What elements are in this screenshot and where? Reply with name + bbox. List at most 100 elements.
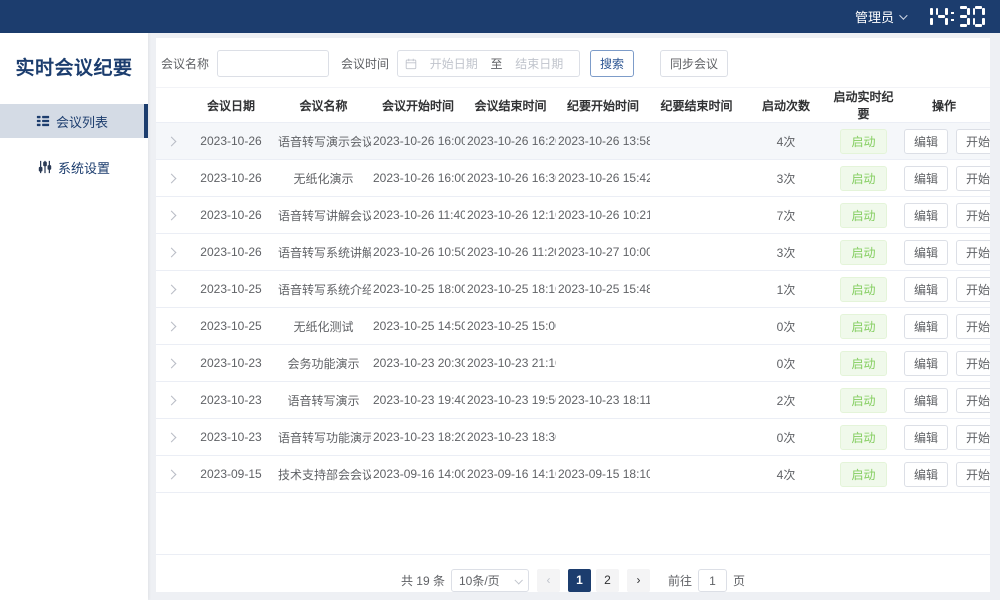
auto-launch-button[interactable]: 启动 xyxy=(840,203,886,228)
calendar-icon xyxy=(405,58,417,70)
auto-launch-button[interactable]: 启动 xyxy=(840,425,886,450)
table-row: 2023-10-25无纸化测试2023-10-25 14:502023-10-2… xyxy=(156,308,990,345)
start-button[interactable]: 开始 xyxy=(956,166,990,191)
cell-meeting-end: 2023-10-23 19:50 xyxy=(465,382,556,419)
auto-launch-button[interactable]: 启动 xyxy=(840,351,886,376)
cell-meeting-name: 语音转写系统介绍 xyxy=(276,271,371,308)
cell-meeting-name: 语音转写功能演示 xyxy=(276,419,371,456)
table-row: 2023-10-26无纸化演示2023-10-26 16:002023-10-2… xyxy=(156,160,990,197)
cell-meeting-end: 2023-10-23 21:10 xyxy=(465,345,556,382)
auto-launch-button[interactable]: 启动 xyxy=(840,388,886,413)
sidebar-item-label: 会议列表 xyxy=(56,112,108,131)
cell-minutes-end xyxy=(650,123,743,160)
cell-meeting-start: 2023-10-26 11:40 xyxy=(371,197,465,234)
cell-meeting-end: 2023-10-23 18:30 xyxy=(465,419,556,456)
goto-label: 前往 xyxy=(668,572,692,589)
end-date-placeholder[interactable]: 结束日期 xyxy=(507,55,573,72)
edit-button[interactable]: 编辑 xyxy=(904,277,948,302)
cell-meeting-date: 2023-09-15 xyxy=(186,456,276,493)
page-number-button[interactable]: 2 xyxy=(596,569,619,592)
sidebar-item-label: 系统设置 xyxy=(58,158,110,177)
auto-launch-button[interactable]: 启动 xyxy=(840,240,886,265)
clock-digit xyxy=(936,6,948,27)
auto-launch-button[interactable]: 启动 xyxy=(840,462,886,487)
cell-meeting-name: 语音转写演示会议 xyxy=(276,123,371,160)
cell-meeting-start: 2023-10-25 18:00 xyxy=(371,271,465,308)
start-date-placeholder[interactable]: 开始日期 xyxy=(421,55,487,72)
sync-meeting-button[interactable]: 同步会议 xyxy=(660,50,728,77)
edit-button[interactable]: 编辑 xyxy=(904,425,948,450)
expand-row-icon[interactable] xyxy=(166,248,176,258)
expand-row-icon[interactable] xyxy=(166,396,176,406)
cell-launch-count: 2次 xyxy=(743,382,829,419)
cell-meeting-end: 2023-10-26 12:10 xyxy=(465,197,556,234)
user-dropdown[interactable]: 管理员 xyxy=(855,7,905,26)
prev-page-button[interactable]: ‹ xyxy=(537,569,560,592)
chevron-down-icon xyxy=(514,576,522,584)
cell-launch-count: 0次 xyxy=(743,308,829,345)
cell-minutes-start: 2023-10-26 10:21 xyxy=(556,197,650,234)
cell-meeting-end: 2023-10-26 16:30 xyxy=(465,160,556,197)
cell-meeting-name: 语音转写演示 xyxy=(276,382,371,419)
cell-meeting-date: 2023-10-26 xyxy=(186,234,276,271)
start-button[interactable]: 开始 xyxy=(956,462,990,487)
auto-launch-button[interactable]: 启动 xyxy=(840,314,886,339)
edit-button[interactable]: 编辑 xyxy=(904,166,948,191)
edit-button[interactable]: 编辑 xyxy=(904,240,948,265)
edit-button[interactable]: 编辑 xyxy=(904,129,948,154)
edit-button[interactable]: 编辑 xyxy=(904,462,948,487)
table-row: 2023-10-23会务功能演示2023-10-23 20:302023-10-… xyxy=(156,345,990,382)
expand-row-icon[interactable] xyxy=(166,211,176,221)
start-button[interactable]: 开始 xyxy=(956,240,990,265)
cell-minutes-start xyxy=(556,308,650,345)
start-button[interactable]: 开始 xyxy=(956,314,990,339)
goto-page-input[interactable] xyxy=(698,569,727,592)
expand-row-icon[interactable] xyxy=(166,470,176,480)
auto-launch-button[interactable]: 启动 xyxy=(840,277,886,302)
cell-minutes-end xyxy=(650,197,743,234)
expand-row-icon[interactable] xyxy=(166,174,176,184)
cell-meeting-start: 2023-10-23 19:40 xyxy=(371,382,465,419)
edit-button[interactable]: 编辑 xyxy=(904,351,948,376)
date-range-picker[interactable]: 开始日期 至 结束日期 xyxy=(397,50,580,77)
expand-row-icon[interactable] xyxy=(166,322,176,332)
sliders-icon xyxy=(38,160,52,174)
cell-minutes-end xyxy=(650,345,743,382)
edit-button[interactable]: 编辑 xyxy=(904,388,948,413)
column-header: 操作 xyxy=(898,88,990,123)
page-size-select[interactable]: 10条/页 xyxy=(451,569,529,592)
cell-meeting-date: 2023-10-26 xyxy=(186,123,276,160)
cell-minutes-start: 2023-10-26 15:42 xyxy=(556,160,650,197)
cell-minutes-end xyxy=(650,308,743,345)
cell-launch-count: 3次 xyxy=(743,234,829,271)
start-button[interactable]: 开始 xyxy=(956,388,990,413)
expand-row-icon[interactable] xyxy=(166,433,176,443)
page-number-button[interactable]: 1 xyxy=(568,569,591,592)
cell-meeting-date: 2023-10-23 xyxy=(186,382,276,419)
cell-meeting-name: 无纸化测试 xyxy=(276,308,371,345)
expand-row-icon[interactable] xyxy=(166,285,176,295)
auto-launch-button[interactable]: 启动 xyxy=(840,166,886,191)
cell-meeting-end: 2023-10-25 18:10 xyxy=(465,271,556,308)
next-page-button[interactable]: › xyxy=(627,569,650,592)
meeting-name-input[interactable] xyxy=(217,50,329,77)
edit-button[interactable]: 编辑 xyxy=(904,314,948,339)
start-button[interactable]: 开始 xyxy=(956,425,990,450)
filter-bar: 会议名称 会议时间 开始日期 至 结束日期 搜索 同步会议 xyxy=(161,50,990,77)
sidebar-item-meeting-list[interactable]: 会议列表 xyxy=(0,104,148,138)
auto-launch-button[interactable]: 启动 xyxy=(840,129,886,154)
sidebar-item-system-settings[interactable]: 系统设置 xyxy=(0,150,148,184)
cell-minutes-end xyxy=(650,271,743,308)
edit-button[interactable]: 编辑 xyxy=(904,203,948,228)
start-button[interactable]: 开始 xyxy=(956,351,990,376)
meeting-name-label: 会议名称 xyxy=(161,55,209,72)
expand-row-icon[interactable] xyxy=(166,359,176,369)
cell-minutes-start: 2023-10-23 18:11 xyxy=(556,382,650,419)
expand-row-icon[interactable] xyxy=(166,137,176,147)
search-button[interactable]: 搜索 xyxy=(590,50,634,77)
cell-meeting-start: 2023-10-26 16:00 xyxy=(371,160,465,197)
column-header: 会议结束时间 xyxy=(465,88,556,123)
start-button[interactable]: 开始 xyxy=(956,129,990,154)
start-button[interactable]: 开始 xyxy=(956,277,990,302)
start-button[interactable]: 开始 xyxy=(956,203,990,228)
